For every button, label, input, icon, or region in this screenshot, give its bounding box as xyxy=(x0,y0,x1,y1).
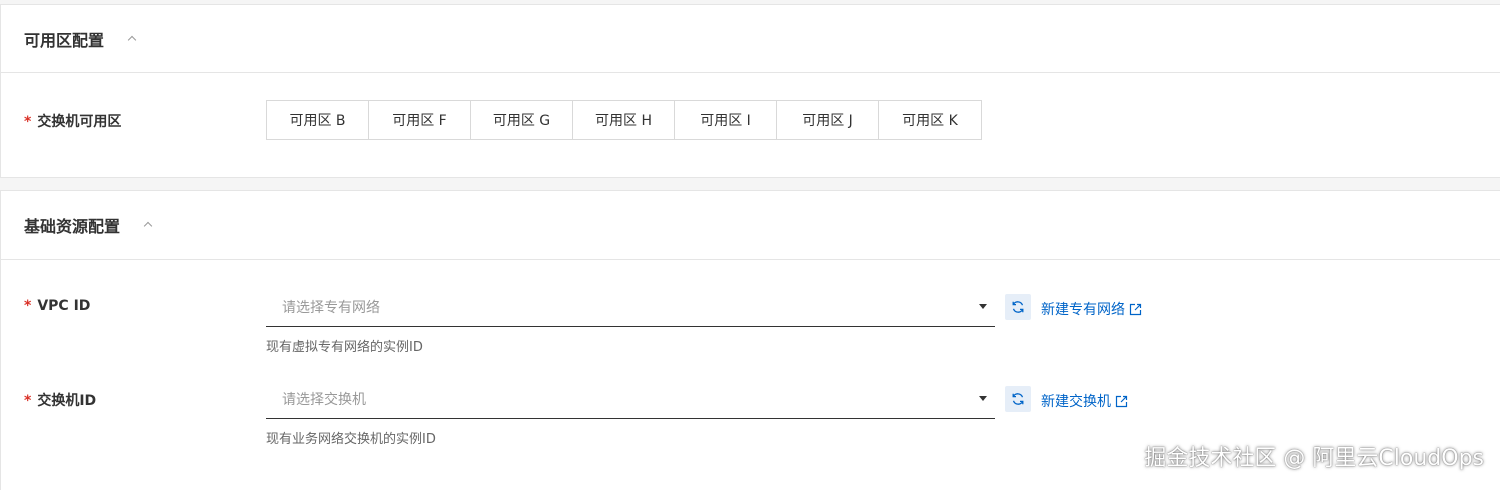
zone-button-f[interactable]: 可用区 F xyxy=(369,101,471,139)
watermark: 掘金技术社区 @ 阿里云CloudOps xyxy=(1144,446,1484,471)
zone-button-group: 可用区 B 可用区 F 可用区 G 可用区 H 可用区 I 可用区 J 可用区 … xyxy=(266,100,982,140)
refresh-icon xyxy=(1012,301,1024,313)
vpc-id-label: * VPC ID xyxy=(24,298,91,314)
external-link-icon xyxy=(1115,395,1128,407)
collapse-caret-icon[interactable] xyxy=(144,221,152,229)
switch-zone-label: * 交换机可用区 xyxy=(24,114,122,130)
zone-button-b[interactable]: 可用区 B xyxy=(267,101,369,139)
vpc-select[interactable]: 请选择专有网络 xyxy=(266,287,995,327)
required-mark: * xyxy=(24,298,32,314)
collapse-caret-icon[interactable] xyxy=(128,35,136,43)
vswitch-id-label: * 交换机ID xyxy=(24,393,97,409)
zone-config-panel: 可用区配置 * 交换机可用区 可用区 B 可用区 F 可用区 G 可用区 H 可用… xyxy=(0,4,1500,178)
dropdown-arrow-icon[interactable] xyxy=(979,304,987,309)
zone-button-i[interactable]: 可用区 I xyxy=(675,101,777,139)
vswitch-select-placeholder: 请选择交换机 xyxy=(282,391,366,408)
refresh-icon xyxy=(1012,393,1024,405)
resource-config-title: 基础资源配置 xyxy=(24,217,121,236)
resource-config-header[interactable]: 基础资源配置 xyxy=(1,191,1500,260)
create-vpc-link[interactable]: 新建专有网络 xyxy=(1041,299,1142,319)
required-mark: * xyxy=(24,114,32,130)
zone-config-title: 可用区配置 xyxy=(24,30,105,50)
vpc-refresh-button[interactable] xyxy=(1005,294,1031,320)
zone-button-g[interactable]: 可用区 G xyxy=(471,101,573,139)
vswitch-help-text: 现有业务网络交换机的实例ID xyxy=(266,432,436,447)
zone-button-h[interactable]: 可用区 H xyxy=(573,101,675,139)
zone-config-header[interactable]: 可用区配置 xyxy=(1,5,1500,73)
vswitch-select[interactable]: 请选择交换机 xyxy=(266,379,995,419)
external-link-icon xyxy=(1129,303,1142,315)
vpc-select-placeholder: 请选择专有网络 xyxy=(282,299,380,316)
vswitch-refresh-button[interactable] xyxy=(1005,386,1031,412)
create-vswitch-link[interactable]: 新建交换机 xyxy=(1041,391,1128,411)
required-mark: * xyxy=(24,393,32,409)
zone-button-k[interactable]: 可用区 K xyxy=(879,101,981,139)
zone-button-j[interactable]: 可用区 J xyxy=(777,101,879,139)
dropdown-arrow-icon[interactable] xyxy=(979,396,987,401)
vpc-help-text: 现有虚拟专有网络的实例ID xyxy=(266,340,423,355)
